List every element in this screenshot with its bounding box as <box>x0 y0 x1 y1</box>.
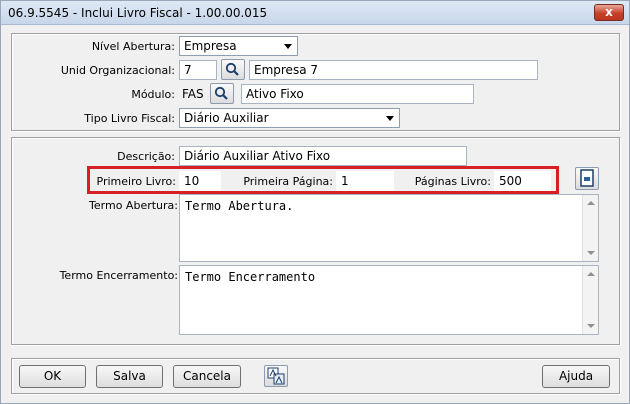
salva-button[interactable]: Salva <box>96 365 163 388</box>
chevron-down-icon <box>284 44 292 49</box>
descricao-label: Descrição: <box>117 150 175 163</box>
descricao-input[interactable]: Diário Auxiliar Ativo Fixo <box>179 146 467 166</box>
ajuda-button[interactable]: Ajuda <box>542 365 610 388</box>
cancela-button[interactable]: Cancela <box>173 365 241 388</box>
unid-organizacional-search-button[interactable] <box>221 59 245 80</box>
window-title: 06.9.5545 - Inclui Livro Fiscal - 1.00.0… <box>8 6 268 20</box>
termo-encerramento-textarea[interactable]: Termo Encerramento <box>179 265 599 335</box>
nivel-abertura-label: Nível Abertura: <box>91 40 175 53</box>
termo-encerramento-label: Termo Encerramento: <box>59 269 178 282</box>
chevron-down-icon <box>386 116 394 121</box>
nivel-abertura-value: Empresa <box>184 39 237 53</box>
modulo-code: FAS <box>182 87 204 101</box>
tipo-livro-fiscal-label: Tipo Livro Fiscal: <box>84 112 175 125</box>
magnifier-icon <box>214 86 228 100</box>
tipo-livro-fiscal-select[interactable]: Diário Auxiliar <box>179 108 400 128</box>
termo-abertura-scrollbar[interactable] <box>582 195 598 261</box>
page-edit-icon <box>580 169 594 187</box>
scroll-up-icon <box>587 272 595 276</box>
termo-abertura-textarea[interactable]: Termo Abertura. <box>179 194 599 262</box>
scroll-down-icon <box>587 251 595 255</box>
unid-organizacional-label: Unid Organizacional: <box>60 64 175 77</box>
tipo-livro-fiscal-value: Diário Auxiliar <box>184 111 269 125</box>
close-button[interactable]: x <box>594 4 624 21</box>
magnifier-icon <box>225 62 239 76</box>
highlight-box <box>87 166 559 194</box>
modulo-search-button[interactable] <box>210 83 234 104</box>
nivel-abertura-select[interactable]: Empresa <box>179 36 298 56</box>
unid-organizacional-code-input[interactable]: 7 <box>179 60 217 80</box>
font-size-icon <box>267 367 285 385</box>
ok-button[interactable]: OK <box>19 365 86 388</box>
page-edit-button[interactable] <box>575 167 599 190</box>
font-size-button[interactable] <box>264 365 288 387</box>
modulo-label: Módulo: <box>131 88 175 101</box>
unid-organizacional-name-field: Empresa 7 <box>249 60 538 80</box>
termo-encerramento-text: Termo Encerramento <box>185 270 316 284</box>
modulo-name-field: Ativo Fixo <box>241 84 474 104</box>
title-bar: 06.9.5545 - Inclui Livro Fiscal - 1.00.0… <box>1 1 629 25</box>
termo-abertura-label: Termo Abertura: <box>89 199 178 212</box>
termo-encerramento-scrollbar[interactable] <box>582 266 598 334</box>
dialog-window: 06.9.5545 - Inclui Livro Fiscal - 1.00.0… <box>0 0 630 404</box>
termo-abertura-text: Termo Abertura. <box>185 199 294 213</box>
scroll-up-icon <box>587 201 595 205</box>
scroll-down-icon <box>587 324 595 328</box>
